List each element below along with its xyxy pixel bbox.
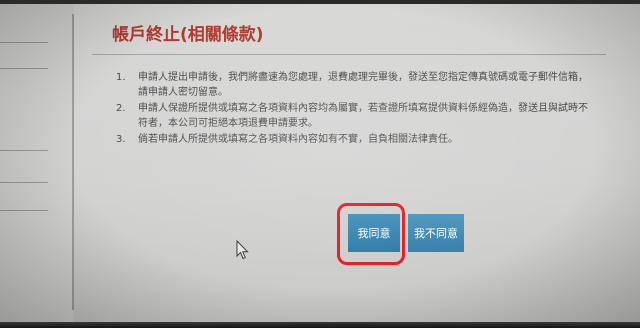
monitor-bezel-top	[0, 0, 640, 4]
page-title: 帳戶終止(相關條款)	[112, 25, 264, 45]
disagree-button[interactable]: 我不同意	[408, 214, 464, 252]
sidebar-divider	[0, 42, 48, 43]
term-text: 申請人保證所提供或填寫之各項資料內容均為屬實，若查證所填寫提供資料係經偽造，發送…	[138, 103, 588, 129]
term-item: 1. 申請人提出申請後，我們將盡速為您處理，退費處理完畢後，發送至您指定傳真號碼…	[116, 70, 596, 100]
sidebar-divider	[0, 68, 48, 69]
highlight-annotation	[337, 203, 405, 265]
term-text: 倘若申請人所提供或填寫之各項資料內容如有不實，自負相關法律責任。	[138, 134, 458, 145]
sidebar-divider	[0, 150, 48, 151]
term-item: 2. 申請人保證所提供或填寫之各項資料內容均為屬實，若查證所填寫提供資料係經偽造…	[116, 101, 596, 131]
sidebar-divider	[0, 182, 48, 183]
term-number: 2.	[116, 103, 126, 114]
title-divider	[92, 54, 606, 55]
sidebar-vertical-divider	[72, 14, 74, 310]
sidebar-item[interactable]	[0, 128, 48, 150]
term-number: 1.	[116, 72, 126, 83]
sidebar	[0, 4, 74, 328]
mouse-pointer-icon	[236, 240, 249, 260]
term-item: 3. 倘若申請人所提供或填寫之各項資料內容如有不實，自負相關法律責任。	[116, 132, 596, 147]
sidebar-divider	[0, 210, 48, 211]
term-number: 3.	[116, 134, 126, 145]
monitor-bezel-bottom	[0, 322, 640, 328]
term-text: 申請人提出申請後，我們將盡速為您處理，退費處理完畢後，發送至您指定傳真號碼或電子…	[138, 72, 588, 98]
terms-list: 1. 申請人提出申請後，我們將盡速為您處理，退費處理完畢後，發送至您指定傳真號碼…	[116, 70, 596, 148]
screen: 帳戶終止(相關條款) 1. 申請人提出申請後，我們將盡速為您處理，退費處理完畢後…	[0, 0, 640, 328]
sidebar-item[interactable]	[0, 156, 48, 178]
